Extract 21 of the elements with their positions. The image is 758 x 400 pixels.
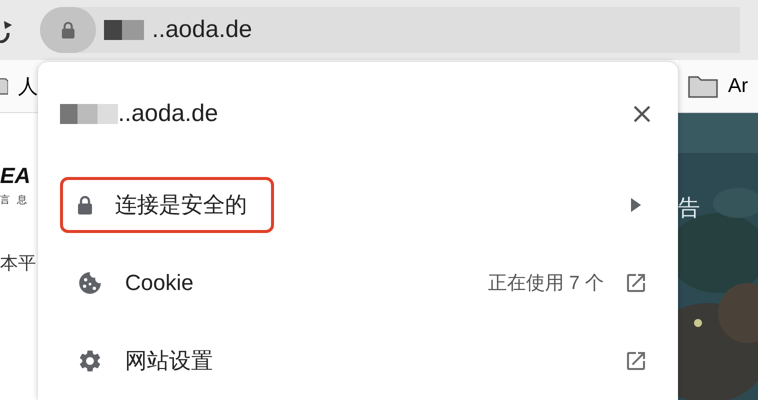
page-text: 本平 xyxy=(0,252,37,275)
menu-item[interactable]: 连接是安全的 xyxy=(60,176,274,233)
cookie-count: 正在使用 7 个 xyxy=(488,272,604,296)
lock-icon xyxy=(77,194,93,215)
address-text: ..aoda.de xyxy=(152,16,252,44)
gear-icon xyxy=(77,348,103,374)
logo-subtitle: 言 息 xyxy=(0,194,30,207)
menu-item[interactable]: Cookie xyxy=(60,254,220,311)
menu-item[interactable]: 网站设置 xyxy=(60,332,240,389)
site-info-button[interactable] xyxy=(40,7,96,53)
folder-icon xyxy=(688,74,718,98)
redaction-mark xyxy=(104,20,144,40)
site-logo: EA xyxy=(0,163,32,189)
expand-arrow-icon[interactable] xyxy=(630,196,642,213)
page-text: 告 xyxy=(678,194,700,222)
cookie-icon xyxy=(77,270,103,296)
bookmark-label[interactable]: Ar xyxy=(728,74,748,98)
address-bar[interactable]: ..aoda.de xyxy=(40,7,740,53)
redaction-mark xyxy=(60,104,118,124)
lock-icon xyxy=(60,21,76,39)
site-text: ..aoda.de xyxy=(118,100,218,128)
